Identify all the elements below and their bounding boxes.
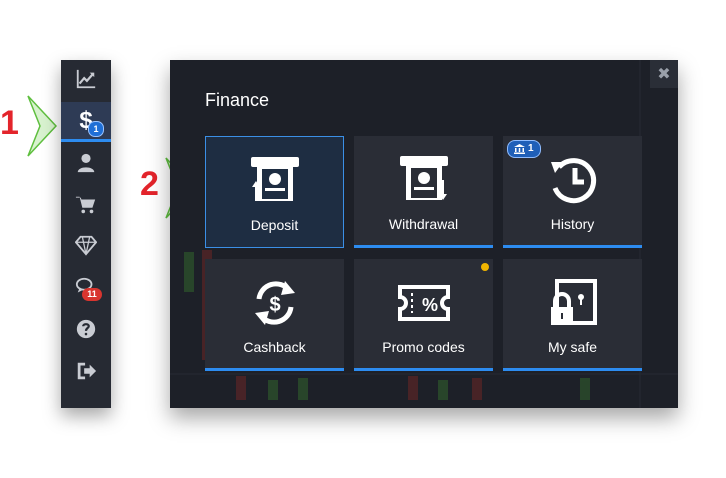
sidebar-item-finance[interactable]: $ 1 bbox=[61, 102, 111, 142]
tile-label: Cashback bbox=[243, 339, 306, 355]
user-icon bbox=[77, 153, 95, 173]
bank-icon bbox=[514, 144, 525, 154]
sidebar-item-logout[interactable] bbox=[61, 352, 111, 390]
help-icon bbox=[76, 319, 96, 339]
svg-text:$: $ bbox=[269, 294, 280, 316]
close-icon: ✖ bbox=[657, 66, 671, 83]
safe-icon bbox=[550, 279, 597, 325]
sidebar-item-help[interactable] bbox=[61, 310, 111, 348]
chat-badge: 11 bbox=[82, 288, 102, 301]
tile-deposit[interactable]: Deposit bbox=[205, 136, 344, 248]
tile-label: Deposit bbox=[250, 217, 299, 233]
tile-my-safe[interactable]: My safe bbox=[503, 259, 642, 371]
callout-arrow-1 bbox=[27, 95, 58, 157]
tile-history[interactable]: 1 History bbox=[503, 136, 642, 248]
sidebar: $ 1 11 bbox=[61, 60, 111, 408]
tile-cashback[interactable]: $ Cashback bbox=[205, 259, 344, 371]
tile-label: History bbox=[550, 216, 595, 232]
diamond-icon bbox=[75, 235, 97, 256]
sidebar-item-profile[interactable] bbox=[61, 144, 111, 182]
svg-text:%: % bbox=[421, 295, 437, 315]
tile-label: My safe bbox=[547, 339, 597, 355]
sidebar-item-chat[interactable]: 11 bbox=[61, 268, 111, 306]
finance-modal: ✖ Finance Deposit Withdrawal 1 History $… bbox=[170, 60, 678, 408]
sidebar-item-market[interactable] bbox=[61, 186, 111, 224]
tile-label: Promo codes bbox=[382, 339, 465, 355]
cashback-icon: $ bbox=[254, 281, 295, 325]
history-badge-count: 1 bbox=[528, 143, 534, 154]
history-badge: 1 bbox=[507, 140, 541, 158]
tile-promo-codes[interactable]: % Promo codes bbox=[354, 259, 493, 371]
withdrawal-icon bbox=[399, 156, 448, 200]
sidebar-item-chart[interactable] bbox=[61, 60, 111, 98]
cart-icon bbox=[75, 196, 96, 214]
chart-icon bbox=[76, 69, 96, 89]
logout-icon bbox=[77, 362, 97, 380]
promo-codes-icon: % bbox=[397, 285, 450, 321]
tile-label: Withdrawal bbox=[388, 216, 459, 232]
callout-number-1: 1 bbox=[0, 104, 19, 142]
deposit-icon bbox=[250, 157, 299, 201]
promo-dot-badge bbox=[481, 263, 489, 271]
finance-badge: 1 bbox=[88, 121, 104, 137]
history-icon bbox=[550, 158, 596, 204]
sidebar-item-achievements[interactable] bbox=[61, 226, 111, 264]
tile-withdrawal[interactable]: Withdrawal bbox=[354, 136, 493, 248]
close-button[interactable]: ✖ bbox=[650, 60, 678, 88]
modal-title: Finance bbox=[205, 90, 270, 110]
callout-number-2: 2 bbox=[140, 165, 159, 203]
